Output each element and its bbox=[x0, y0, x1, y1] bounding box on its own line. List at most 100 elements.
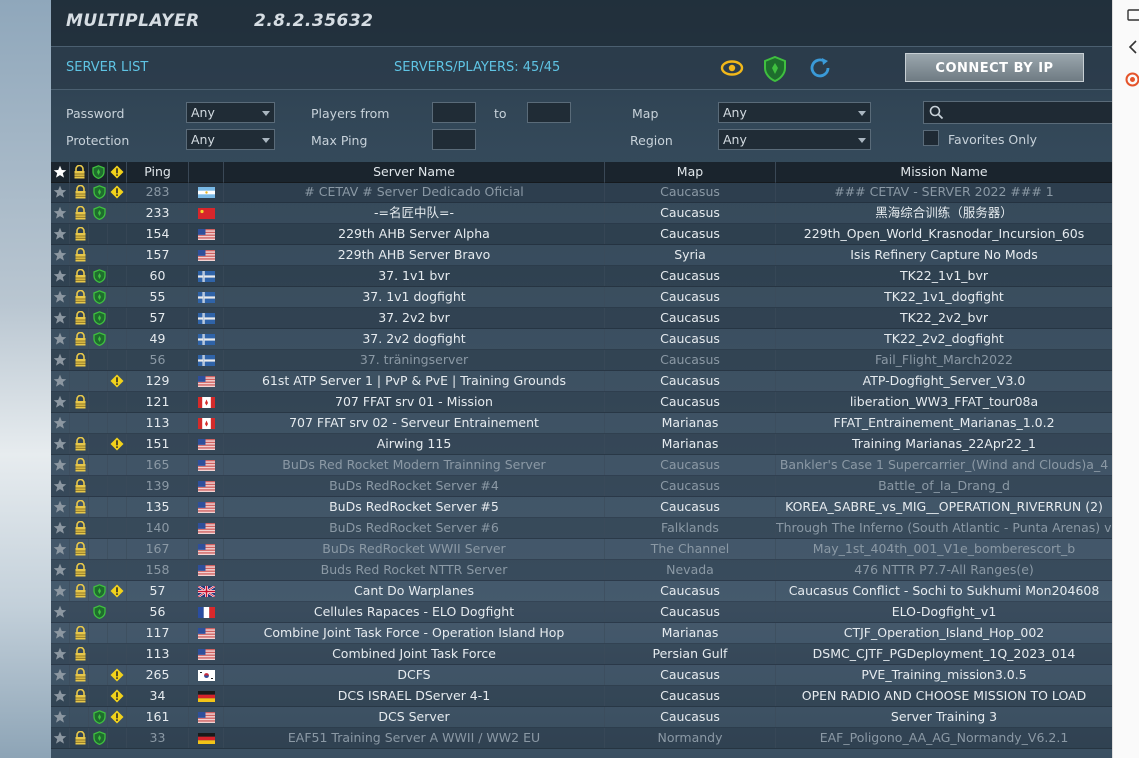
star-icon[interactable] bbox=[53, 647, 67, 661]
favorite-cell[interactable] bbox=[51, 581, 70, 601]
star-icon[interactable] bbox=[53, 605, 67, 619]
star-icon[interactable] bbox=[53, 521, 67, 535]
table-row[interactable]: 151 Airwing 115 Marianas Training Marianas_… bbox=[51, 434, 1112, 455]
favorite-cell[interactable] bbox=[51, 644, 70, 664]
favorite-cell[interactable] bbox=[51, 224, 70, 244]
favorite-cell[interactable] bbox=[51, 434, 70, 454]
table-row[interactable]: 117 Combine Joint Task Force - Operation … bbox=[51, 623, 1112, 644]
table-row[interactable]: 167 BuDs RedRocket WWII Server The Channel… bbox=[51, 539, 1112, 560]
star-icon[interactable] bbox=[53, 395, 67, 409]
table-row[interactable]: 161 DCS Server Caucasus Server Training 3 bbox=[51, 707, 1112, 728]
favorite-cell[interactable] bbox=[51, 728, 70, 748]
password-select[interactable]: Any bbox=[186, 102, 275, 123]
favorite-cell[interactable] bbox=[51, 602, 70, 622]
connect-by-ip-button[interactable]: CONNECT BY IP bbox=[905, 53, 1084, 82]
star-icon[interactable] bbox=[53, 332, 67, 346]
mission-name-column-header[interactable]: Mission Name bbox=[776, 162, 1112, 182]
table-row[interactable]: 154 229th AHB Server Alpha Caucasus 229th_O… bbox=[51, 224, 1112, 245]
favorite-cell[interactable] bbox=[51, 539, 70, 559]
protection-select[interactable]: Any bbox=[186, 129, 275, 150]
warning-column-header[interactable] bbox=[108, 162, 127, 182]
players-from-input[interactable] bbox=[432, 102, 476, 123]
shield-icon[interactable] bbox=[763, 55, 787, 83]
star-icon[interactable] bbox=[53, 416, 67, 430]
table-row[interactable]: 158 Buds Red Rocket NTTR Server Nevada 476 … bbox=[51, 560, 1112, 581]
favorite-cell[interactable] bbox=[51, 308, 70, 328]
favorite-cell[interactable] bbox=[51, 476, 70, 496]
table-row[interactable]: 56 Cellules Rapaces - ELO Dogfight Caucasu… bbox=[51, 602, 1112, 623]
region-select[interactable]: Any bbox=[718, 129, 871, 150]
players-to-input[interactable] bbox=[527, 102, 571, 123]
star-icon[interactable] bbox=[53, 584, 67, 598]
table-row[interactable]: 56 37. träningserver Caucasus Fail_Flight_M… bbox=[51, 350, 1112, 371]
star-icon[interactable] bbox=[53, 563, 67, 577]
favorite-cell[interactable] bbox=[51, 287, 70, 307]
refresh-icon[interactable] bbox=[808, 56, 832, 80]
star-icon[interactable] bbox=[53, 458, 67, 472]
table-row[interactable]: 33 EAF51 Training Server A WWII / WW2 EU N… bbox=[51, 728, 1112, 749]
back-arrow-icon[interactable] bbox=[1126, 39, 1139, 55]
country-column-header[interactable] bbox=[189, 162, 224, 182]
star-icon[interactable] bbox=[53, 626, 67, 640]
favorite-cell[interactable] bbox=[51, 266, 70, 286]
favorite-cell[interactable] bbox=[51, 413, 70, 433]
star-icon[interactable] bbox=[53, 479, 67, 493]
favorite-cell[interactable] bbox=[51, 455, 70, 475]
table-row[interactable]: 165 BuDs Red Rocket Modern Trainning Serv… bbox=[51, 455, 1112, 476]
map-column-header[interactable]: Map bbox=[605, 162, 776, 182]
table-row[interactable]: 60 37. 1v1 bvr Caucasus TK22_1v1_bvr bbox=[51, 266, 1112, 287]
table-row[interactable]: 113 Combined Joint Task Force Persian Gulf… bbox=[51, 644, 1112, 665]
server-name-column-header[interactable]: Server Name bbox=[224, 162, 605, 182]
table-row[interactable]: 57 37. 2v2 bvr Caucasus TK22_2v2_bvr bbox=[51, 308, 1112, 329]
favorite-cell[interactable] bbox=[51, 371, 70, 391]
star-icon[interactable] bbox=[53, 269, 67, 283]
favorite-cell[interactable] bbox=[51, 707, 70, 727]
table-row[interactable]: 57 Cant Do Warplanes Caucasus Caucasus Conf… bbox=[51, 581, 1112, 602]
favorite-cell[interactable] bbox=[51, 203, 70, 223]
favorite-cell[interactable] bbox=[51, 497, 70, 517]
star-icon[interactable] bbox=[53, 710, 67, 724]
table-row[interactable]: 113 707 FFAT srv 02 - Serveur Entrainemen… bbox=[51, 413, 1112, 434]
favorite-cell[interactable] bbox=[51, 182, 70, 202]
window-icon[interactable] bbox=[1127, 8, 1139, 22]
star-icon[interactable] bbox=[53, 290, 67, 304]
max-ping-input[interactable] bbox=[432, 129, 476, 150]
star-icon[interactable] bbox=[53, 185, 67, 199]
ping-column-header[interactable]: Ping bbox=[127, 162, 189, 182]
favorite-cell[interactable] bbox=[51, 686, 70, 706]
star-icon[interactable] bbox=[53, 731, 67, 745]
star-icon[interactable] bbox=[53, 227, 67, 241]
table-row[interactable]: 265 DCFS Caucasus PVE_Training_mission3.0.5 bbox=[51, 665, 1112, 686]
favorite-cell[interactable] bbox=[51, 245, 70, 265]
table-row[interactable]: 49 37. 2v2 dogfight Caucasus TK22_2v2_dogfi… bbox=[51, 329, 1112, 350]
star-icon[interactable] bbox=[53, 689, 67, 703]
favorite-cell[interactable] bbox=[51, 665, 70, 685]
favorites-only-checkbox[interactable] bbox=[923, 130, 939, 146]
table-row[interactable]: 283 # CETAV # Server Dedicado Oficial Cauc… bbox=[51, 182, 1112, 203]
table-row[interactable]: 129 61st ATP Server 1 | PvP & PvE | Train… bbox=[51, 371, 1112, 392]
table-row[interactable]: 140 BuDs RedRocket Server #6 Falklands Thro… bbox=[51, 518, 1112, 539]
map-select[interactable]: Any bbox=[718, 102, 871, 123]
star-icon[interactable] bbox=[53, 500, 67, 514]
eye-icon[interactable] bbox=[720, 56, 744, 80]
search-input[interactable] bbox=[923, 101, 1112, 124]
star-icon[interactable] bbox=[53, 437, 67, 451]
favorite-cell[interactable] bbox=[51, 560, 70, 580]
extension-icon[interactable] bbox=[1125, 72, 1139, 87]
table-row[interactable]: 233 -=名匠中队=- Caucasus 黑海综合训练（服务器） bbox=[51, 203, 1112, 224]
table-row[interactable]: 139 BuDs RedRocket Server #4 Caucasus Battl… bbox=[51, 476, 1112, 497]
table-row[interactable]: 157 229th AHB Server Bravo Syria Isis Refin… bbox=[51, 245, 1112, 266]
star-icon[interactable] bbox=[53, 311, 67, 325]
star-icon[interactable] bbox=[53, 206, 67, 220]
star-icon[interactable] bbox=[53, 374, 67, 388]
favorite-column-header[interactable] bbox=[51, 162, 70, 182]
star-icon[interactable] bbox=[53, 353, 67, 367]
favorite-cell[interactable] bbox=[51, 623, 70, 643]
favorite-cell[interactable] bbox=[51, 350, 70, 370]
protection-column-header[interactable] bbox=[89, 162, 108, 182]
table-row[interactable]: 121 707 FFAT srv 01 - Mission Caucasus libe… bbox=[51, 392, 1112, 413]
table-row[interactable]: 34 DCS ISRAEL DServer 4-1 Caucasus OPEN RAD… bbox=[51, 686, 1112, 707]
star-icon[interactable] bbox=[53, 248, 67, 262]
favorite-cell[interactable] bbox=[51, 329, 70, 349]
password-column-header[interactable] bbox=[70, 162, 89, 182]
